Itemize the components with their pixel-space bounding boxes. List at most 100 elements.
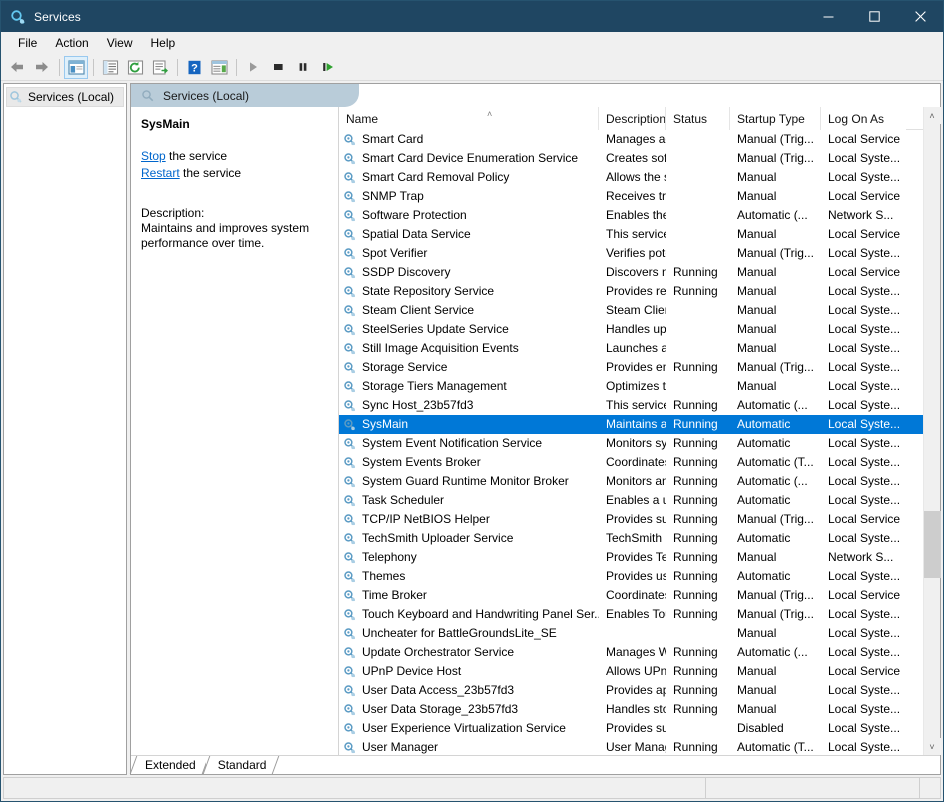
table-row[interactable]: Time Broker Coordinates... Running Manual (…: [339, 586, 940, 605]
cell-logon: Local Syste...: [828, 702, 901, 716]
maximize-button[interactable]: [851, 1, 897, 32]
scrollbar-track[interactable]: [923, 124, 941, 738]
table-row[interactable]: System Events Broker Coordinates... Runnin…: [339, 453, 940, 472]
cell-startup: Manual: [737, 303, 777, 317]
table-row[interactable]: Update Orchestrator Service Manages W... R…: [339, 643, 940, 662]
service-gear-icon: [343, 152, 357, 166]
service-name-label: Spot Verifier: [362, 246, 428, 260]
table-row[interactable]: Task Scheduler Enables a us... Running Auto…: [339, 491, 940, 510]
cell-description: [599, 624, 666, 643]
table-row[interactable]: User Manager User Manag... Running Automati…: [339, 738, 940, 755]
table-row[interactable]: Steam Client Service Steam Clien... Manual…: [339, 301, 940, 320]
stop-service-icon[interactable]: [266, 56, 290, 79]
show-hide-action-pane-icon[interactable]: [207, 56, 231, 79]
service-gear-icon: [343, 437, 357, 451]
show-hide-console-tree-icon[interactable]: [64, 55, 88, 79]
service-gear-icon: [343, 209, 357, 223]
export-list-icon[interactable]: [148, 56, 172, 79]
cell-description: This service ...: [606, 398, 666, 412]
column-header-status[interactable]: Status: [666, 107, 730, 130]
table-row[interactable]: Smart Card Device Enumeration Service Cre…: [339, 149, 940, 168]
menu-view[interactable]: View: [98, 33, 142, 53]
cell-startup: Disabled: [737, 721, 784, 735]
service-gear-icon: [343, 304, 357, 318]
cell-startup: Manual (Trig...: [737, 132, 814, 146]
scroll-down-arrow-icon[interactable]: ˅: [923, 738, 941, 755]
table-row[interactable]: Sync Host_23b57fd3 This service ... Runnin…: [339, 396, 940, 415]
table-row-selected[interactable]: SysMain Maintains a... Running Automatic Loc…: [339, 415, 940, 434]
list-rows: Smart Card Manages ac... Manual (Trig... Lo…: [339, 130, 940, 755]
table-row[interactable]: Touch Keyboard and Handwriting Panel Ser…: [339, 605, 940, 624]
table-row[interactable]: State Repository Service Provides re... Ru…: [339, 282, 940, 301]
pause-service-icon[interactable]: [291, 56, 315, 79]
help-icon[interactable]: ?: [182, 56, 206, 79]
scroll-up-arrow-icon[interactable]: ˄: [923, 107, 941, 124]
table-row[interactable]: User Experience Virtualization Service Pr…: [339, 719, 940, 738]
table-row[interactable]: Telephony Provides Tel... Running Manual Net…: [339, 548, 940, 567]
table-row[interactable]: Smart Card Removal Policy Allows the s...…: [339, 168, 940, 187]
column-header-log-on-as[interactable]: Log On As: [821, 107, 906, 130]
column-header-name[interactable]: Name ˄: [339, 107, 599, 130]
table-row[interactable]: Themes Provides us... Running Automatic Loca…: [339, 567, 940, 586]
service-name-label: UPnP Device Host: [362, 664, 462, 678]
table-row[interactable]: Spatial Data Service This service ... Manu…: [339, 225, 940, 244]
cell-status: Running: [673, 531, 718, 545]
column-header-log-on-as-label: Log On As: [828, 111, 885, 126]
forward-icon[interactable]: [30, 56, 54, 79]
close-button[interactable]: [897, 1, 943, 32]
pane-header-tab[interactable]: Services (Local): [131, 84, 337, 107]
start-service-icon[interactable]: [241, 56, 265, 79]
table-row[interactable]: Storage Tiers Management Optimizes t... Ma…: [339, 377, 940, 396]
cell-name: Telephony: [339, 548, 599, 567]
properties-icon[interactable]: [98, 56, 122, 79]
table-row[interactable]: SteelSeries Update Service Handles up... M…: [339, 320, 940, 339]
table-row[interactable]: User Data Storage_23b57fd3 Handles sto...…: [339, 700, 940, 719]
service-name-label: Uncheater for BattleGroundsLite_SE: [362, 626, 557, 640]
table-row[interactable]: UPnP Device Host Allows UPn... Running Manu…: [339, 662, 940, 681]
tree-item-services-local[interactable]: Services (Local): [6, 87, 124, 107]
restart-service-line: Restart the service: [141, 166, 326, 181]
cell-startup: Manual: [737, 664, 777, 678]
cell-status: [666, 339, 730, 358]
table-row[interactable]: Storage Service Provides en... Running Manu…: [339, 358, 940, 377]
detail-service-name: SysMain: [141, 117, 190, 131]
cell-name: Software Protection: [339, 206, 599, 225]
menu-file[interactable]: File: [9, 33, 46, 53]
column-header-description[interactable]: Description: [599, 107, 666, 130]
service-name-label: SteelSeries Update Service: [362, 322, 509, 336]
tab-extended[interactable]: Extended: [129, 756, 209, 774]
table-row[interactable]: User Data Access_23b57fd3 Provides ap... R…: [339, 681, 940, 700]
cell-name: Storage Tiers Management: [339, 377, 599, 396]
service-name-label: TCP/IP NetBIOS Helper: [362, 512, 490, 526]
table-row[interactable]: Still Image Acquisition Events Launches a…: [339, 339, 940, 358]
menu-help[interactable]: Help: [142, 33, 185, 53]
column-header-startup-type[interactable]: Startup Type: [730, 107, 821, 130]
table-row[interactable]: TCP/IP NetBIOS Helper Provides su... Runni…: [339, 510, 940, 529]
vertical-scrollbar[interactable]: ˄ ˅: [923, 107, 941, 755]
table-row[interactable]: SNMP Trap Receives tra... Manual Local Serv…: [339, 187, 940, 206]
restart-service-icon[interactable]: [316, 56, 340, 79]
table-row[interactable]: System Event Notification Service Monitor…: [339, 434, 940, 453]
table-row[interactable]: SSDP Discovery Discovers n... Running Manua…: [339, 263, 940, 282]
status-bar-message: [4, 778, 706, 798]
table-row[interactable]: System Guard Runtime Monitor Broker Monit…: [339, 472, 940, 491]
table-row[interactable]: Spot Verifier Verifies pote... Manual (Tri…: [339, 244, 940, 263]
table-row[interactable]: Software Protection Enables the ... Automa…: [339, 206, 940, 225]
description-label: Description:: [141, 206, 205, 220]
table-row[interactable]: Uncheater for BattleGroundsLite_SE Manual…: [339, 624, 940, 643]
service-name-label: Touch Keyboard and Handwriting Panel Ser…: [362, 607, 599, 621]
cell-logon: Network S...: [828, 208, 894, 222]
restart-service-link[interactable]: Restart: [141, 166, 180, 180]
service-name-label: Spatial Data Service: [362, 227, 471, 241]
cell-description: Handles sto...: [606, 702, 666, 716]
back-icon[interactable]: [5, 56, 29, 79]
menu-action[interactable]: Action: [46, 33, 97, 53]
cell-status: [666, 187, 730, 206]
minimize-button[interactable]: [805, 1, 851, 32]
table-row[interactable]: Smart Card Manages ac... Manual (Trig... Lo…: [339, 130, 940, 149]
table-row[interactable]: TechSmith Uploader Service TechSmith ... R…: [339, 529, 940, 548]
tab-standard[interactable]: Standard: [202, 756, 280, 774]
scrollbar-thumb[interactable]: [923, 510, 941, 579]
refresh-icon[interactable]: [123, 56, 147, 79]
stop-service-link[interactable]: Stop: [141, 149, 166, 163]
